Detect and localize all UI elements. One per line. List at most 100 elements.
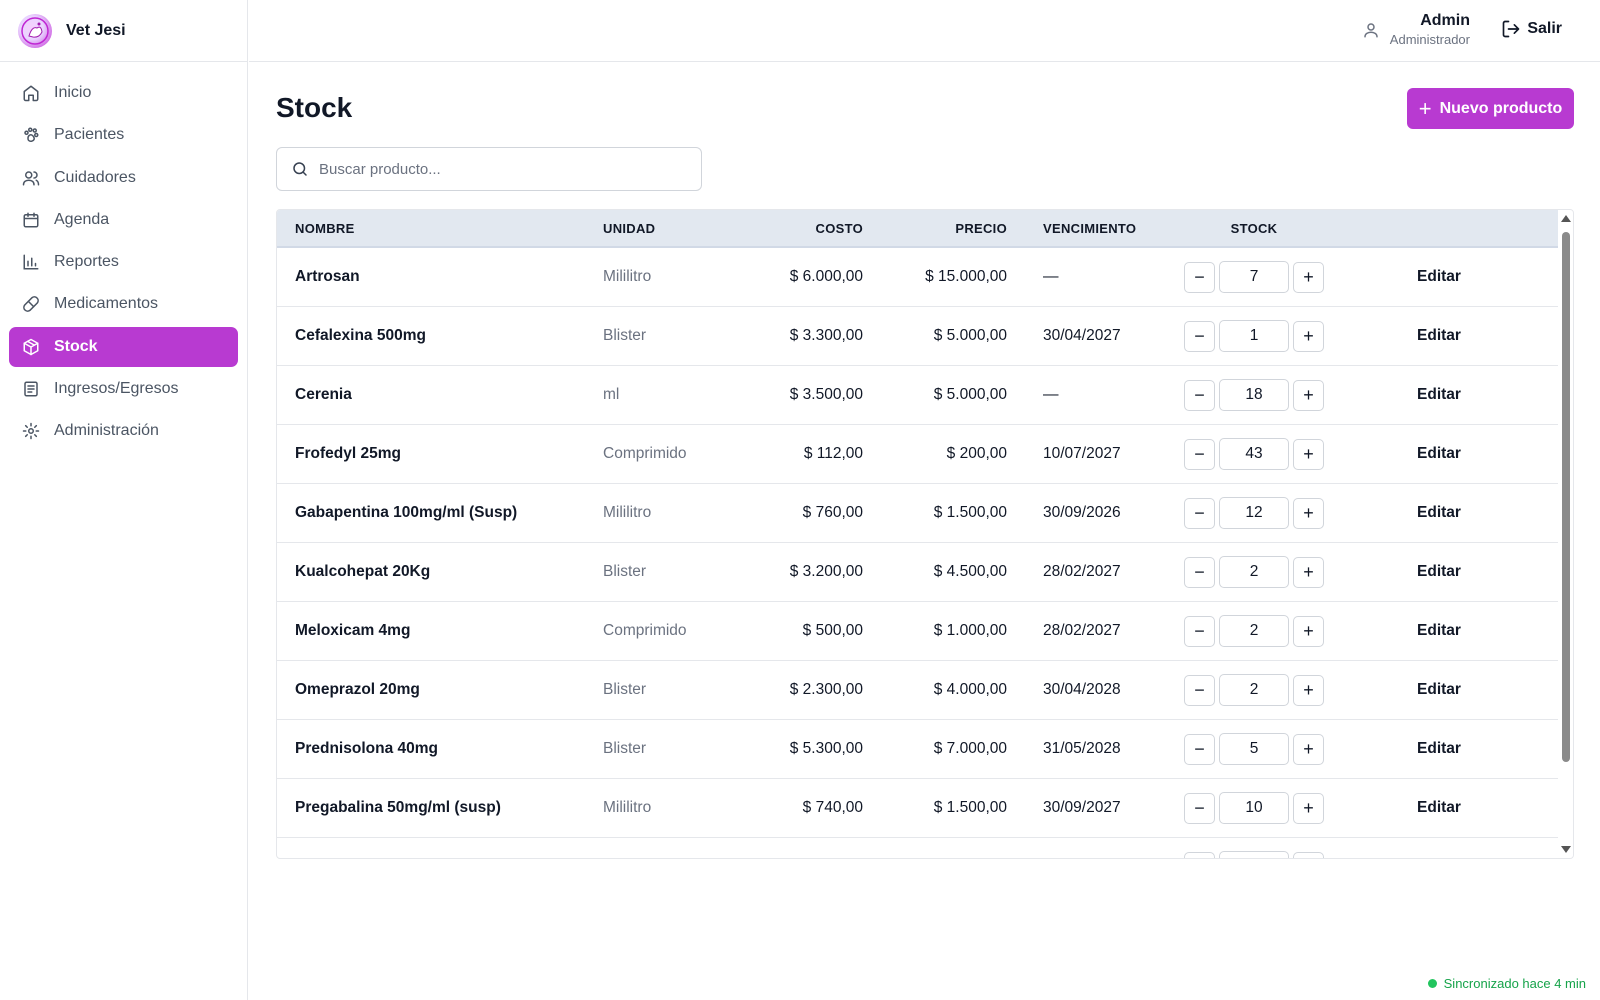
page-title: Stock: [276, 92, 353, 123]
increment-button[interactable]: +: [1293, 792, 1324, 824]
brand-name: Vet Jesi: [66, 21, 126, 39]
increment-button[interactable]: +: [1293, 320, 1324, 352]
product-name: Gabapentina 100mg/ml (Susp): [295, 504, 518, 521]
new-product-button[interactable]: + Nuevo producto: [1407, 88, 1574, 129]
users-icon: [22, 169, 40, 187]
edit-button[interactable]: Editar: [1417, 563, 1461, 580]
stock-table: NOMBRE UNIDAD COSTO PRECIO VENCIMIENTO S…: [276, 209, 1574, 859]
new-product-label: Nuevo producto: [1439, 99, 1563, 117]
product-expiry: 30/04/2027: [1043, 327, 1121, 344]
decrement-button[interactable]: −: [1184, 615, 1215, 647]
stock-quantity-input[interactable]: 5: [1219, 733, 1289, 765]
increment-button[interactable]: +: [1293, 379, 1324, 411]
stock-quantity-input[interactable]: 7: [1219, 261, 1289, 293]
sidebar-item-medicamentos[interactable]: Medicamentos: [9, 284, 238, 324]
stock-quantity-input[interactable]: 43: [1219, 438, 1289, 470]
edit-button[interactable]: Editar: [1417, 740, 1461, 757]
sidebar-item-ingresos-egresos[interactable]: Ingresos/Egresos: [9, 369, 238, 409]
increment-button[interactable]: +: [1293, 261, 1324, 293]
edit-button[interactable]: Editar: [1417, 504, 1461, 521]
increment-button[interactable]: +: [1293, 556, 1324, 588]
increment-button[interactable]: +: [1293, 497, 1324, 529]
stock-quantity-input[interactable]: [1219, 851, 1289, 858]
decrement-button[interactable]: −: [1184, 792, 1215, 824]
search-input[interactable]: [319, 160, 679, 178]
brand-logo: [18, 13, 52, 48]
stock-quantity-input[interactable]: 18: [1219, 379, 1289, 411]
increment-button[interactable]: +: [1293, 674, 1324, 706]
sidebar-item-inicio[interactable]: Inicio: [9, 73, 238, 113]
table-row-partial: [277, 838, 1573, 858]
bar-chart-icon: [22, 253, 40, 271]
product-price: $ 5.000,00: [933, 386, 1007, 403]
user-name: Admin: [1420, 12, 1470, 29]
product-expiry: 28/02/2027: [1043, 563, 1121, 580]
receipt-icon: [22, 380, 40, 398]
column-header-precio[interactable]: PRECIO: [863, 221, 1007, 236]
column-header-costo[interactable]: COSTO: [733, 221, 863, 236]
stock-stepper: − 1 +: [1159, 320, 1349, 352]
increment-button[interactable]: [1293, 851, 1324, 858]
product-cost: $ 760,00: [802, 504, 863, 521]
sidebar-item-reportes[interactable]: Reportes: [9, 242, 238, 282]
scrollbar-thumb[interactable]: [1562, 232, 1570, 762]
column-header-unidad[interactable]: UNIDAD: [603, 221, 733, 236]
increment-button[interactable]: +: [1293, 438, 1324, 470]
package-icon: [22, 338, 40, 356]
stock-stepper: − 43 +: [1159, 438, 1349, 470]
logout-button[interactable]: Salir: [1501, 19, 1562, 39]
decrement-button[interactable]: −: [1184, 674, 1215, 706]
sidebar-item-pacientes[interactable]: Pacientes: [9, 115, 238, 155]
edit-button[interactable]: Editar: [1417, 445, 1461, 462]
edit-button[interactable]: Editar: [1417, 268, 1461, 285]
stock-quantity-input[interactable]: 2: [1219, 674, 1289, 706]
user-menu[interactable]: Admin Administrador: [1362, 11, 1470, 49]
sidebar-item-cuidadores[interactable]: Cuidadores: [9, 158, 238, 198]
edit-button[interactable]: Editar: [1417, 681, 1461, 698]
decrement-button[interactable]: −: [1184, 438, 1215, 470]
sidebar-item-stock[interactable]: Stock: [9, 326, 238, 367]
increment-button[interactable]: +: [1293, 733, 1324, 765]
table-body: Artrosan Mililitro $ 6.000,00 $ 15.000,0…: [277, 248, 1573, 858]
column-header-nombre[interactable]: NOMBRE: [277, 221, 603, 236]
stock-quantity-input[interactable]: 1: [1219, 320, 1289, 352]
product-name: Artrosan: [295, 268, 360, 285]
product-cost: $ 3.500,00: [789, 386, 863, 403]
product-price: $ 1.500,00: [933, 799, 1007, 816]
brand[interactable]: Vet Jesi: [0, 0, 247, 62]
product-name: Meloxicam 4mg: [295, 622, 411, 639]
product-price: $ 1.500,00: [933, 504, 1007, 521]
stock-quantity-input[interactable]: 2: [1219, 615, 1289, 647]
edit-button[interactable]: Editar: [1417, 799, 1461, 816]
decrement-button[interactable]: −: [1184, 556, 1215, 588]
decrement-button[interactable]: −: [1184, 379, 1215, 411]
table-scrollbar[interactable]: [1558, 210, 1573, 858]
column-header-stock[interactable]: STOCK: [1159, 221, 1349, 236]
edit-button[interactable]: Editar: [1417, 327, 1461, 344]
sidebar-item-agenda[interactable]: Agenda: [9, 200, 238, 240]
column-header-vencimiento[interactable]: VENCIMIENTO: [1007, 221, 1159, 236]
stock-quantity-input[interactable]: 12: [1219, 497, 1289, 529]
decrement-button[interactable]: −: [1184, 261, 1215, 293]
sidebar-item-label: Ingresos/Egresos: [54, 380, 179, 398]
edit-button[interactable]: Editar: [1417, 622, 1461, 639]
table-header: NOMBRE UNIDAD COSTO PRECIO VENCIMIENTO S…: [277, 210, 1573, 248]
decrement-button[interactable]: −: [1184, 733, 1215, 765]
product-unit: Mililitro: [603, 504, 652, 521]
stock-quantity-input[interactable]: 10: [1219, 792, 1289, 824]
product-unit: Blister: [603, 681, 647, 698]
edit-button[interactable]: Editar: [1417, 386, 1461, 403]
cat-logo-icon: [21, 16, 49, 45]
scroll-down-arrow-icon[interactable]: [1561, 846, 1571, 853]
sidebar-item-administracion[interactable]: Administración: [9, 411, 238, 451]
decrement-button[interactable]: −: [1184, 320, 1215, 352]
decrement-button[interactable]: −: [1184, 497, 1215, 529]
stock-quantity-input[interactable]: 2: [1219, 556, 1289, 588]
decrement-button[interactable]: [1184, 851, 1215, 858]
table-row: Gabapentina 100mg/ml (Susp) Mililitro $ …: [277, 484, 1573, 543]
scroll-up-arrow-icon[interactable]: [1561, 215, 1571, 222]
product-name: Pregabalina 50mg/ml (susp): [295, 799, 501, 816]
product-name: Kualcohepat 20Kg: [295, 563, 431, 580]
product-unit: Blister: [603, 327, 647, 344]
increment-button[interactable]: +: [1293, 615, 1324, 647]
